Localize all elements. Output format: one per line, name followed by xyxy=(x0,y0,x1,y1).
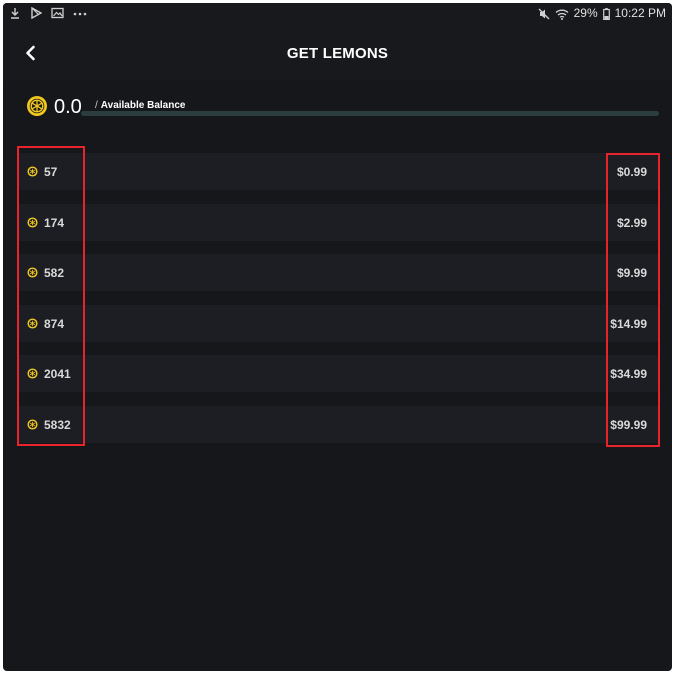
balance-value: 0.0 xyxy=(54,96,82,118)
balance-separator: / xyxy=(95,100,98,111)
balance-label: / Available Balance xyxy=(95,100,185,111)
package-price[interactable]: $9.99 xyxy=(617,266,647,280)
lemon-coin-icon xyxy=(27,96,47,116)
package-row[interactable]: 174 $2.99 xyxy=(17,203,659,241)
package-price[interactable]: $14.99 xyxy=(610,317,647,331)
clock: 10:22 PM xyxy=(614,6,666,20)
lemon-coin-icon xyxy=(27,166,38,177)
balance-bar xyxy=(81,111,659,116)
lemon-coin-icon xyxy=(27,317,38,329)
package-price[interactable]: $2.99 xyxy=(617,216,647,230)
mute-icon xyxy=(538,8,550,20)
lemon-coin-icon xyxy=(27,216,38,228)
status-bar: 29% 10:22 PM xyxy=(3,3,672,25)
package-amount: 174 xyxy=(44,215,65,230)
app-header: GET LEMONS xyxy=(3,25,672,81)
more-icon xyxy=(73,7,87,19)
battery-icon xyxy=(602,7,610,20)
download-icon xyxy=(9,7,21,19)
package-row[interactable]: 5832 $99.99 xyxy=(17,405,659,443)
balance-label-text: Available Balance xyxy=(100,100,186,111)
package-list: 57 $0.99 174 $2.99 582 $9.99 874 $14.99 … xyxy=(17,153,659,456)
package-price[interactable]: $34.99 xyxy=(610,367,647,381)
package-amount: 57 xyxy=(44,165,58,179)
battery-percent: 29% xyxy=(573,6,598,20)
wifi-icon xyxy=(555,8,569,20)
package-row[interactable]: 57 $0.99 xyxy=(17,153,659,190)
lemon-coin-icon xyxy=(27,267,38,278)
package-row[interactable]: 2041 $34.99 xyxy=(17,355,659,392)
play-store-icon xyxy=(30,7,42,19)
image-icon xyxy=(51,7,64,19)
package-amount: 874 xyxy=(44,316,65,331)
package-row[interactable]: 874 $14.99 xyxy=(17,304,659,342)
package-row[interactable]: 582 $9.99 xyxy=(17,254,659,291)
package-amount: 582 xyxy=(44,266,65,280)
lemon-coin-icon xyxy=(27,368,38,379)
page-title: GET LEMONS xyxy=(286,45,389,62)
app-screen: 29% 10:22 PM GET LEMONS 0.0 /Available B… xyxy=(3,3,672,671)
package-amount: 2041 xyxy=(44,367,71,381)
package-amount: 5832 xyxy=(44,417,71,432)
package-price[interactable]: $99.99 xyxy=(610,418,647,432)
lemon-coin-icon xyxy=(27,418,38,430)
package-price[interactable]: $0.99 xyxy=(617,165,647,179)
